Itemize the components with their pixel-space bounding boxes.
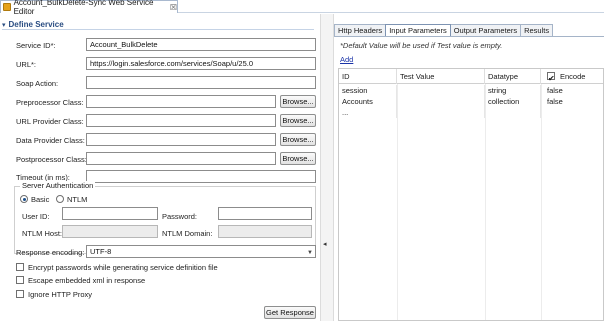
input-parameters-table: ID Test Value Datatype Encode session st… bbox=[338, 68, 604, 321]
parameters-tabs: Http Headers Input Parameters Output Par… bbox=[334, 24, 554, 36]
table-row[interactable]: Accounts collection false bbox=[339, 96, 603, 107]
service-editor-icon bbox=[3, 3, 11, 11]
tab-output-parameters[interactable]: Output Parameters bbox=[449, 24, 522, 36]
column-header-id[interactable]: ID bbox=[339, 69, 397, 84]
get-response-button[interactable]: Get Response bbox=[264, 306, 316, 319]
cell-encode[interactable]: false bbox=[541, 96, 603, 107]
response-encoding-value: UTF-8 bbox=[90, 247, 112, 256]
column-header-encode[interactable]: Encode bbox=[541, 69, 603, 86]
add-parameter-link[interactable]: Add bbox=[340, 55, 353, 64]
cell-datatype[interactable]: string bbox=[485, 85, 541, 96]
preprocessor-class-label: Preprocessor Class: bbox=[16, 98, 84, 107]
chevron-down-icon[interactable]: ▼ bbox=[307, 248, 313, 257]
ntlm-domain-label: NTLM Domain: bbox=[162, 229, 213, 238]
postprocessor-class-label: Postprocessor Class: bbox=[16, 155, 87, 164]
ntlm-auth-label[interactable]: NTLM bbox=[67, 195, 87, 204]
editor-tab-bar: Account_BulkDelete-Sync Web Service Edit… bbox=[0, 0, 604, 16]
chevron-left-icon[interactable]: ◂ bbox=[323, 240, 327, 248]
user-id-input[interactable] bbox=[62, 207, 158, 220]
user-id-label: User ID: bbox=[22, 212, 50, 221]
encrypt-passwords-label[interactable]: Encrypt passwords while generating servi… bbox=[28, 263, 218, 272]
ignore-http-proxy-label[interactable]: Ignore HTTP Proxy bbox=[28, 290, 92, 299]
postprocessor-class-input[interactable] bbox=[86, 152, 276, 165]
ntlm-domain-input bbox=[218, 225, 312, 238]
section-title: Define Service bbox=[8, 20, 64, 29]
tab-divider bbox=[334, 36, 604, 37]
response-encoding-label: Response encoding: bbox=[16, 248, 85, 257]
url-provider-class-label: URL Provider Class: bbox=[16, 117, 84, 126]
ntlm-host-input bbox=[62, 225, 158, 238]
basic-auth-label[interactable]: Basic bbox=[31, 195, 49, 204]
close-icon[interactable]: ☒ bbox=[170, 3, 177, 12]
basic-auth-radio[interactable] bbox=[20, 195, 28, 203]
url-input[interactable]: https://login.salesforce.com/services/So… bbox=[86, 57, 316, 70]
service-id-input[interactable]: Account_BulkDelete bbox=[86, 38, 316, 51]
tab-input-parameters[interactable]: Input Parameters bbox=[385, 24, 451, 36]
preprocessor-class-input[interactable] bbox=[86, 95, 276, 108]
column-header-test-value[interactable]: Test Value bbox=[397, 69, 485, 84]
table-row[interactable]: ... bbox=[339, 107, 603, 118]
encrypt-passwords-checkbox[interactable] bbox=[16, 263, 24, 271]
timeout-input[interactable] bbox=[86, 170, 316, 183]
escape-xml-checkbox[interactable] bbox=[16, 276, 24, 284]
cell-test-value[interactable] bbox=[397, 96, 485, 107]
ignore-http-proxy-checkbox[interactable] bbox=[16, 290, 24, 298]
data-provider-class-input[interactable] bbox=[86, 133, 276, 146]
preprocessor-browse-button[interactable]: Browse... bbox=[280, 95, 316, 108]
url-label: URL*: bbox=[16, 60, 37, 69]
cell-test-value[interactable] bbox=[397, 85, 485, 96]
url-provider-browse-button[interactable]: Browse... bbox=[280, 114, 316, 127]
encode-all-checkbox[interactable] bbox=[547, 71, 555, 86]
soap-action-label: Soap Action: bbox=[16, 79, 59, 88]
column-divider bbox=[541, 84, 542, 320]
pane-splitter[interactable]: ◂ bbox=[320, 14, 334, 321]
cell-id[interactable]: Accounts bbox=[339, 96, 397, 107]
table-header: ID Test Value Datatype Encode bbox=[339, 69, 603, 86]
url-provider-class-input[interactable] bbox=[86, 114, 276, 127]
tab-http-headers[interactable]: Http Headers bbox=[334, 24, 387, 36]
cell-encode[interactable]: false bbox=[541, 85, 603, 96]
encode-header-label: Encode bbox=[560, 72, 586, 81]
password-label: Password: bbox=[162, 212, 198, 221]
cell-datatype[interactable]: collection bbox=[485, 96, 541, 107]
data-provider-class-label: Data Provider Class: bbox=[16, 136, 85, 145]
column-header-datatype[interactable]: Datatype bbox=[485, 69, 541, 84]
soap-action-input[interactable] bbox=[86, 76, 316, 89]
tab-results[interactable]: Results bbox=[520, 24, 554, 36]
column-divider bbox=[397, 84, 398, 320]
server-authentication-title: Server Authentication bbox=[20, 181, 96, 190]
cell-id[interactable]: ... bbox=[339, 107, 397, 118]
cell-id[interactable]: session bbox=[339, 85, 397, 96]
ntlm-host-label: NTLM Host: bbox=[22, 229, 63, 238]
editor-tab[interactable]: Account_BulkDelete-Sync Web Service Edit… bbox=[0, 0, 178, 16]
table-row[interactable]: session string false bbox=[339, 85, 603, 96]
chevron-down-icon[interactable]: ▾ bbox=[2, 21, 6, 29]
default-value-note: *Default Value will be used if Test valu… bbox=[340, 41, 503, 50]
parameters-pane: Http Headers Input Parameters Output Par… bbox=[334, 14, 604, 321]
password-input[interactable] bbox=[218, 207, 312, 220]
service-id-label: Service ID*: bbox=[16, 41, 56, 50]
data-provider-browse-button[interactable]: Browse... bbox=[280, 133, 316, 146]
ntlm-auth-radio[interactable] bbox=[56, 195, 64, 203]
cell-datatype[interactable] bbox=[485, 107, 541, 118]
escape-xml-label[interactable]: Escape embedded xml in response bbox=[28, 276, 145, 285]
cell-encode[interactable] bbox=[541, 107, 603, 118]
response-encoding-select[interactable]: UTF-8 ▼ bbox=[86, 245, 316, 258]
column-divider bbox=[485, 84, 486, 320]
postprocessor-browse-button[interactable]: Browse... bbox=[280, 152, 316, 165]
cell-test-value[interactable] bbox=[397, 107, 485, 118]
define-service-pane: ▾ Define Service Service ID*: Account_Bu… bbox=[0, 14, 320, 321]
define-service-section-header[interactable]: ▾ Define Service bbox=[2, 20, 314, 30]
